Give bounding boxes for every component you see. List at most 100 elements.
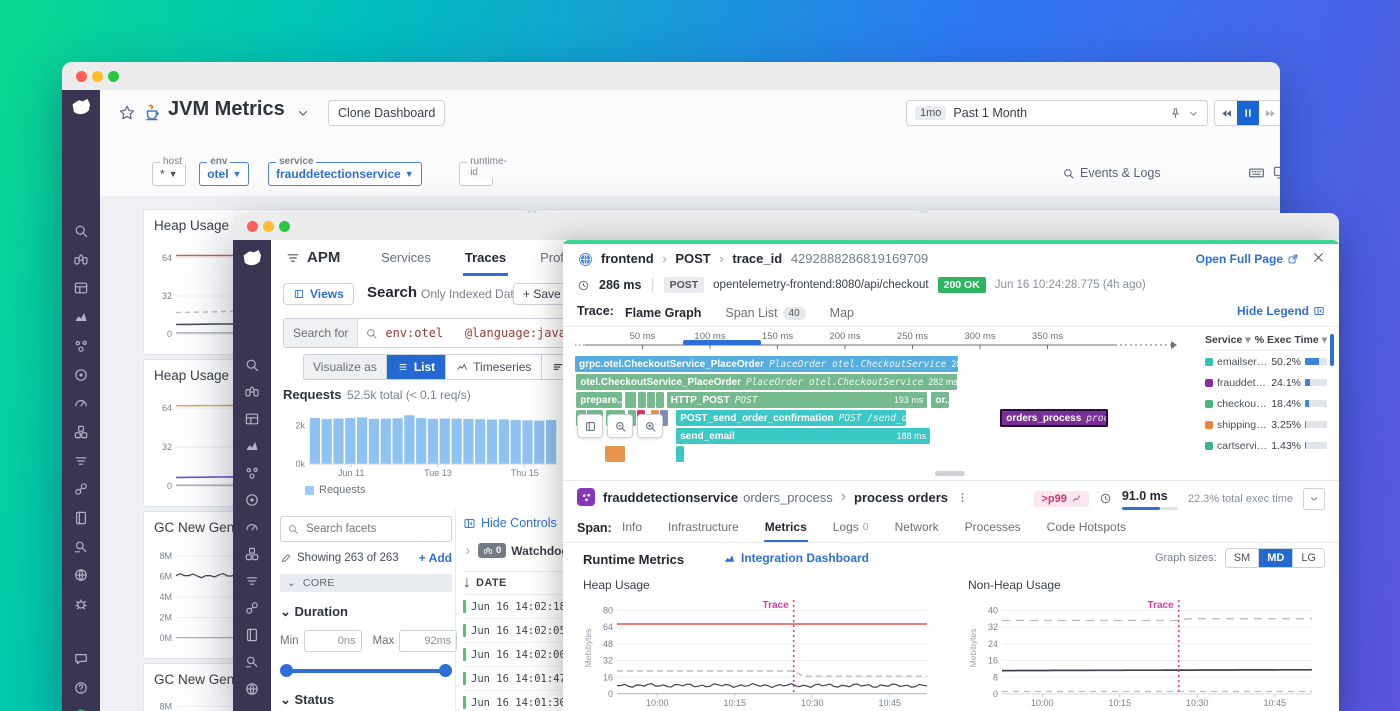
- apm-icon[interactable]: [62, 390, 100, 416]
- time-range-picker[interactable]: 1mo Past 1 Month: [906, 100, 1208, 126]
- integrations-icon[interactable]: [233, 541, 271, 567]
- trace-list-row[interactable]: Jun 16 14:02:00.0: [463, 643, 563, 667]
- focus-span-button[interactable]: [577, 414, 603, 438]
- search-icon[interactable]: [233, 352, 271, 378]
- flame-graph[interactable]: 50 ms100 ms150 ms200 ms250 ms300 ms350 m…: [575, 330, 1197, 468]
- flame-span-send-email[interactable]: send_email188 ms: [676, 428, 930, 444]
- span-operation[interactable]: process orders: [854, 490, 948, 505]
- bug-icon[interactable]: [62, 591, 100, 617]
- breadcrumb-service[interactable]: frontend: [601, 251, 654, 266]
- visualize-list[interactable]: List: [386, 354, 446, 380]
- date-column-header[interactable]: ↓ DATE: [463, 571, 563, 595]
- events-logs-button[interactable]: Events & Logs: [1062, 166, 1161, 180]
- ci-icon[interactable]: [233, 595, 271, 621]
- flame-span-http-post[interactable]: HTTP_POSTPOST193 ms: [667, 392, 928, 408]
- datadog-logo-icon[interactable]: [69, 96, 93, 120]
- flame-span[interactable]: [656, 392, 664, 408]
- trace-tab-flame-graph[interactable]: Flame Graph: [625, 306, 701, 320]
- visualize-timeseries[interactable]: Timeseries: [446, 354, 542, 380]
- filter-runtime-id[interactable]: runtime-id*▼: [459, 162, 493, 186]
- chat-icon[interactable]: [62, 646, 100, 672]
- minimap-brush[interactable]: [683, 340, 761, 345]
- notebooks-icon[interactable]: [233, 622, 271, 648]
- flame-span[interactable]: [647, 392, 655, 408]
- filter-host[interactable]: host*▼: [152, 162, 186, 186]
- flame-span-prepare-[interactable]: prepare...: [576, 392, 622, 408]
- span-tab-metrics[interactable]: Metrics: [764, 514, 808, 542]
- clone-dashboard-button[interactable]: Clone Dashboard: [328, 100, 445, 126]
- flame-span-otel-checkoutservice-placeorder[interactable]: otel.CheckoutService_PlaceOrderPlaceOrde…: [576, 374, 957, 390]
- keyboard-icon[interactable]: [1248, 164, 1265, 181]
- watchdog-row[interactable]: 0 Watchdog: [463, 543, 563, 558]
- apm-icon[interactable]: [233, 514, 271, 540]
- span-tab-info[interactable]: Info: [621, 514, 643, 540]
- flame-span-or-[interactable]: or...: [931, 392, 949, 408]
- trace-list-row[interactable]: Jun 16 14:02:18.3: [463, 595, 563, 619]
- filter-service[interactable]: servicefrauddetectionservice▼: [268, 162, 422, 186]
- log-search-icon[interactable]: [233, 649, 271, 675]
- collapse-span-button[interactable]: [1303, 488, 1325, 510]
- slider-handle-max[interactable]: [439, 664, 452, 677]
- apm-titlebar[interactable]: [233, 213, 1339, 241]
- hide-legend-button[interactable]: Hide Legend: [1237, 304, 1325, 318]
- p99-latency-badge[interactable]: >p99: [1034, 491, 1088, 507]
- span-tab-infrastructure[interactable]: Infrastructure: [667, 514, 740, 540]
- maximize-traffic-light[interactable]: [279, 221, 290, 232]
- trace-list-row[interactable]: Jun 16 14:02:05.9: [463, 619, 563, 643]
- legend-row-frauddetection[interactable]: frauddetection...24.1%: [1205, 372, 1327, 393]
- metrics-icon[interactable]: [62, 304, 100, 330]
- watchdog-icon[interactable]: [62, 247, 100, 273]
- maximize-traffic-light[interactable]: [108, 71, 119, 82]
- tv-mode-icon[interactable]: [1272, 164, 1280, 181]
- legend-scrollbar[interactable]: [1330, 334, 1334, 366]
- chevron-down-icon[interactable]: [1188, 108, 1199, 119]
- time-forward-button[interactable]: [1259, 101, 1280, 125]
- minimize-traffic-light[interactable]: [263, 221, 274, 232]
- open-full-page-link[interactable]: Open Full Page: [1196, 252, 1299, 266]
- close-traffic-light[interactable]: [76, 71, 87, 82]
- avatar-icon[interactable]: [62, 703, 100, 711]
- legend-row-cartservice[interactable]: cartservice1.43%: [1205, 435, 1327, 456]
- kebab-menu-icon[interactable]: [956, 491, 969, 504]
- trace-tab-span-list[interactable]: Span List40: [725, 306, 805, 320]
- duration-max-input[interactable]: [399, 630, 457, 652]
- span-resource[interactable]: orders_process: [743, 490, 833, 505]
- logs-icon[interactable]: [233, 568, 271, 594]
- duration-min-input[interactable]: [304, 630, 362, 652]
- tab-traces[interactable]: Traces: [463, 240, 508, 276]
- panel-resize-handle[interactable]: [935, 471, 965, 476]
- synthetics-icon[interactable]: [62, 362, 100, 388]
- span-tab-processes[interactable]: Processes: [964, 514, 1022, 540]
- trace-list-row[interactable]: Jun 16 14:01:30.2: [463, 691, 563, 711]
- close-panel-icon[interactable]: [1311, 250, 1326, 265]
- minimize-traffic-light[interactable]: [92, 71, 103, 82]
- span-tab-network[interactable]: Network: [894, 514, 940, 540]
- search-icon[interactable]: [62, 218, 100, 244]
- zoom-out-button[interactable]: [607, 414, 633, 438]
- flame-span-orders-process[interactable]: orders_processprocess _: [1000, 409, 1108, 427]
- logs-icon[interactable]: [62, 448, 100, 474]
- flame-span[interactable]: [625, 392, 636, 408]
- trace-url[interactable]: opentelemetry-frontend:8080/api/checkout: [713, 279, 928, 291]
- pause-button[interactable]: [1237, 101, 1259, 125]
- flame-span[interactable]: [638, 392, 646, 408]
- service-map-icon[interactable]: [62, 333, 100, 359]
- span-service[interactable]: frauddetectionservice: [603, 490, 738, 505]
- graph-size-lg[interactable]: LG: [1293, 549, 1324, 567]
- filter-env[interactable]: envotel▼: [199, 162, 249, 186]
- span-tab-logs[interactable]: Logs0: [832, 514, 870, 540]
- tab-services[interactable]: Services: [379, 240, 433, 273]
- views-button[interactable]: Views: [283, 283, 354, 305]
- favorite-star-icon[interactable]: [118, 104, 136, 122]
- core-section-header[interactable]: ⌄ CORE: [280, 574, 452, 592]
- add-facet-button[interactable]: + Add: [419, 551, 452, 565]
- log-search-icon[interactable]: [62, 534, 100, 560]
- trace-tab-map[interactable]: Map: [830, 306, 854, 320]
- slider-handle-min[interactable]: [280, 664, 293, 677]
- watchdog-icon[interactable]: [233, 379, 271, 405]
- search-facets-input[interactable]: [304, 522, 428, 536]
- integrations-icon[interactable]: [62, 419, 100, 445]
- trace-list-row[interactable]: Jun 16 14:01:47.3: [463, 667, 563, 691]
- duration-facet-header[interactable]: ⌄ Duration: [280, 604, 452, 620]
- flame-span-post-send-order-confirmation[interactable]: POST_send_order_confirmationPOST /send_o…: [676, 410, 906, 426]
